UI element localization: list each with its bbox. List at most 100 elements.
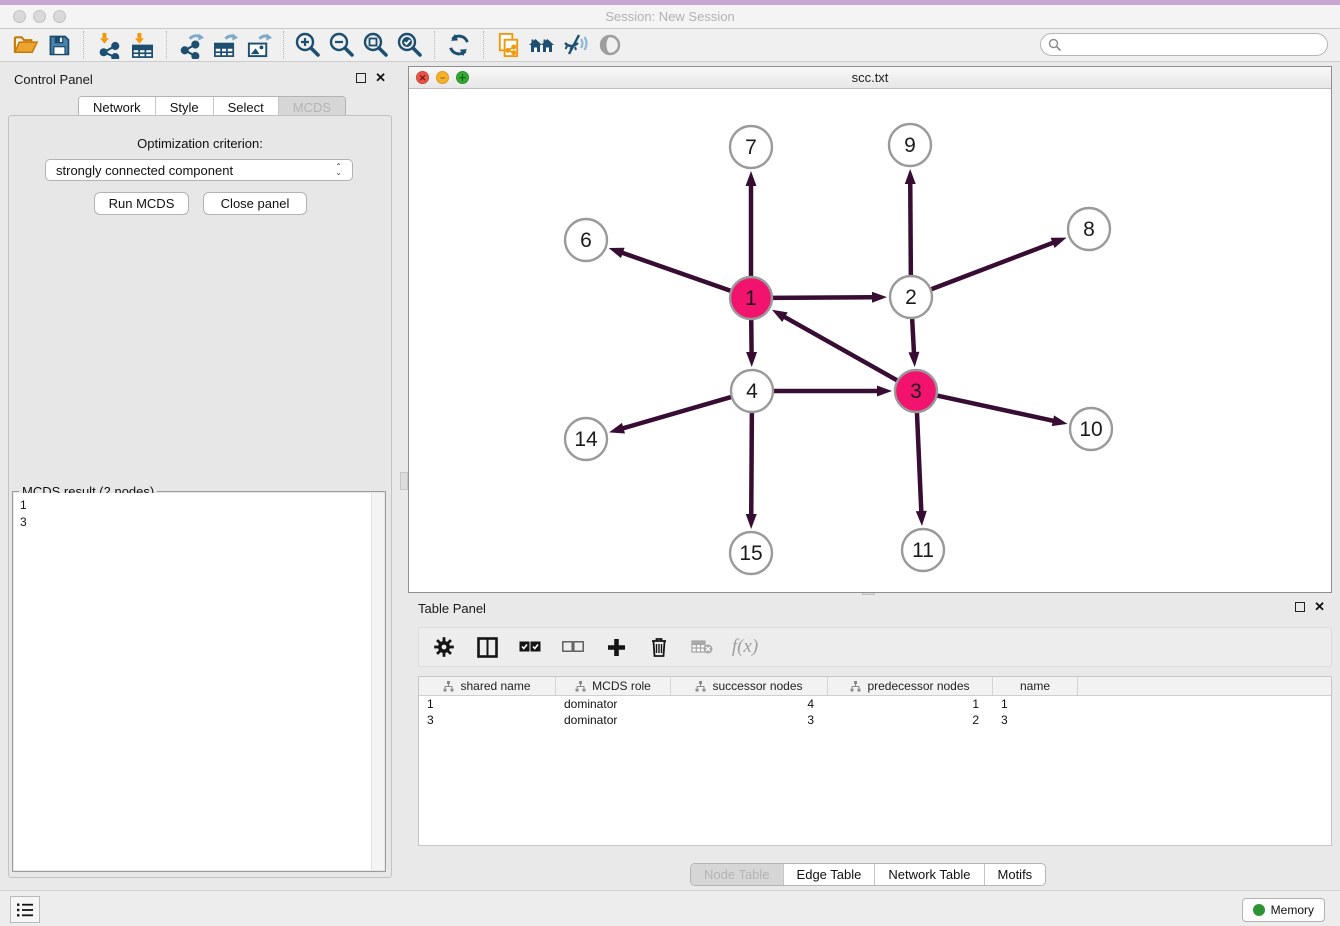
show-task-history-button[interactable] xyxy=(10,896,40,923)
refresh-network-button[interactable] xyxy=(442,30,476,60)
graph-node-label: 1 xyxy=(745,287,757,310)
graph-edge-1-6[interactable] xyxy=(622,253,731,291)
select-all-columns-button[interactable] xyxy=(517,634,543,660)
table-cell[interactable]: 3 xyxy=(671,712,828,728)
graph-edge-1-2[interactable] xyxy=(772,297,873,298)
table-cell[interactable]: 1 xyxy=(993,696,1078,712)
zoom-in-button[interactable] xyxy=(291,30,325,60)
toggle-panel-mode-button[interactable] xyxy=(474,634,500,660)
zoom-out-button[interactable] xyxy=(325,30,359,60)
graph-node-label: 10 xyxy=(1079,418,1102,441)
graph-edge-4-14[interactable] xyxy=(623,397,732,429)
column-header[interactable]: successor nodes xyxy=(671,677,828,695)
control-panel-title: Control Panel xyxy=(14,72,93,87)
graph-edge-2-9[interactable] xyxy=(910,183,911,276)
save-session-button[interactable] xyxy=(42,30,76,60)
graph-edge-3-1[interactable] xyxy=(784,317,898,381)
graph-edge-3-10[interactable] xyxy=(937,395,1054,420)
optimization-criterion-select[interactable]: strongly connected component ⌃⌄ xyxy=(45,159,353,181)
optimization-criterion-label: Optimization criterion: xyxy=(0,136,400,151)
search-field[interactable] xyxy=(1040,33,1328,56)
close-panel-button[interactable]: Close panel xyxy=(203,192,307,215)
network-close-button[interactable]: ✕ xyxy=(416,71,429,84)
graph-edge-2-3[interactable] xyxy=(912,318,914,353)
float-panel-icon[interactable] xyxy=(1295,602,1305,612)
mcds-result-text: 1 3 xyxy=(20,497,27,531)
graph-node-label: 8 xyxy=(1083,218,1095,241)
tab-motifs[interactable]: Motifs xyxy=(984,864,1046,885)
show-all-button[interactable] xyxy=(593,30,627,60)
table-cell[interactable]: dominator xyxy=(556,712,671,728)
clone-network-button[interactable] xyxy=(491,30,525,60)
mcds-result-box: MCDS result (2 nodes) 1 3 xyxy=(12,491,386,872)
table-row[interactable]: 1dominator411 xyxy=(419,696,1331,712)
first-neighbors-button[interactable] xyxy=(525,30,559,60)
column-header[interactable]: MCDS role xyxy=(556,677,671,695)
delete-table-button[interactable] xyxy=(689,634,715,660)
export-table-button[interactable] xyxy=(208,30,242,60)
export-image-button[interactable] xyxy=(242,30,276,60)
deselect-all-columns-button[interactable] xyxy=(560,634,586,660)
table-cell[interactable]: 1 xyxy=(419,696,556,712)
tab-network-table[interactable]: Network Table xyxy=(874,864,983,885)
network-window-titlebar[interactable]: ✕ − ＋ scc.txt xyxy=(409,67,1331,89)
table-cell[interactable]: 2 xyxy=(828,712,993,728)
network-maximize-button[interactable]: ＋ xyxy=(456,71,469,84)
column-header-label: name xyxy=(1020,679,1050,693)
network-canvas-svg: 7968124314101511 xyxy=(409,89,1331,592)
network-canvas[interactable]: 7968124314101511 xyxy=(409,89,1331,592)
search-input[interactable] xyxy=(1066,36,1327,54)
close-panel-icon[interactable]: ✕ xyxy=(375,73,386,83)
graph-arrowhead xyxy=(1052,415,1068,426)
table-cell[interactable]: 4 xyxy=(671,696,828,712)
graph-edge-2-8[interactable] xyxy=(931,243,1054,290)
graph-node-label: 2 xyxy=(905,286,917,309)
result-scrollbar[interactable] xyxy=(371,493,384,870)
import-table-button[interactable] xyxy=(125,30,159,60)
column-header[interactable] xyxy=(1078,677,1331,695)
splitter-handle[interactable] xyxy=(400,472,408,490)
memory-button[interactable]: Memory xyxy=(1242,898,1325,922)
column-header[interactable]: predecessor nodes xyxy=(828,677,993,695)
function-builder-button[interactable]: f(x) xyxy=(732,634,758,660)
export-table-icon xyxy=(212,32,239,59)
network-minimize-button[interactable]: − xyxy=(436,71,449,84)
graph-arrowhead xyxy=(772,310,788,322)
run-mcds-button[interactable]: Run MCDS xyxy=(94,192,189,215)
mcds-result-area[interactable]: 1 3 xyxy=(14,493,384,870)
window-zoom-button[interactable] xyxy=(53,10,66,23)
table-cell[interactable] xyxy=(1078,696,1331,712)
table-cell[interactable]: dominator xyxy=(556,696,671,712)
graph-edge-4-15[interactable] xyxy=(751,412,752,515)
column-header[interactable]: name xyxy=(993,677,1078,695)
open-session-button[interactable] xyxy=(8,30,42,60)
graph-arrowhead xyxy=(609,423,625,434)
float-panel-icon[interactable] xyxy=(356,73,366,83)
close-panel-icon[interactable]: ✕ xyxy=(1314,602,1325,612)
zoom-fit-button[interactable] xyxy=(359,30,393,60)
window-close-button[interactable] xyxy=(13,10,26,23)
add-column-button[interactable] xyxy=(603,634,629,660)
export-network-button[interactable] xyxy=(174,30,208,60)
graph-edge-3-11[interactable] xyxy=(917,412,921,512)
table-cell[interactable] xyxy=(1078,712,1331,728)
table-row[interactable]: 3dominator323 xyxy=(419,712,1331,728)
hide-selected-button[interactable] xyxy=(559,30,593,60)
column-header[interactable]: shared name xyxy=(419,677,556,695)
table-settings-button[interactable] xyxy=(431,634,457,660)
table-cell[interactable]: 3 xyxy=(419,712,556,728)
table-cell[interactable]: 1 xyxy=(828,696,993,712)
table-body: 1dominator4113dominator323 xyxy=(419,696,1331,728)
tab-node-table[interactable]: Node Table xyxy=(691,864,783,885)
column-tree-icon xyxy=(695,681,706,692)
toolbar-separator xyxy=(434,31,435,59)
zoom-fit-icon xyxy=(362,31,390,59)
tab-edge-table[interactable]: Edge Table xyxy=(783,864,875,885)
delete-column-button[interactable] xyxy=(646,634,672,660)
memory-status-icon xyxy=(1253,904,1265,916)
import-network-button[interactable] xyxy=(91,30,125,60)
table-cell[interactable]: 3 xyxy=(993,712,1078,728)
window-minimize-button[interactable] xyxy=(33,10,46,23)
column-header-label: predecessor nodes xyxy=(867,679,969,693)
zoom-selected-button[interactable] xyxy=(393,30,427,60)
